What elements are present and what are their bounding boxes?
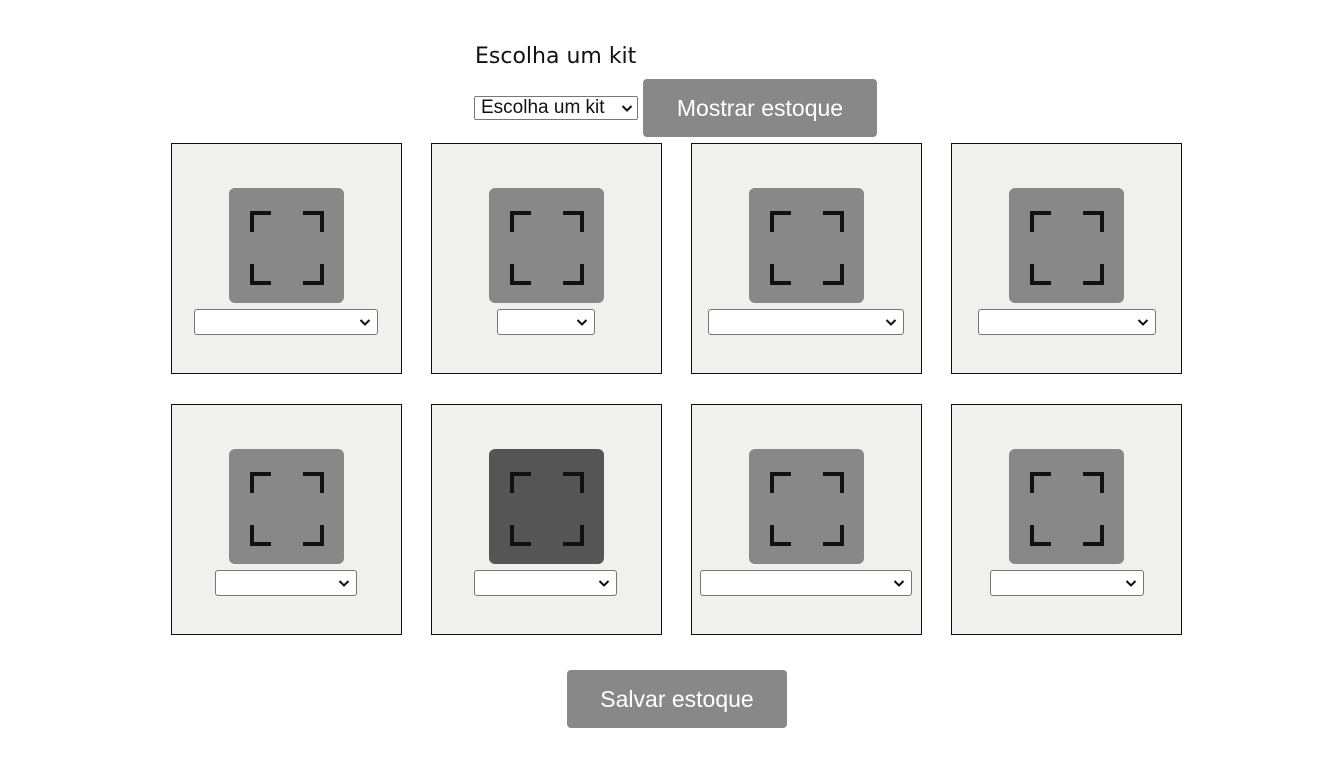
slot-tile-button[interactable] — [1009, 188, 1124, 303]
slot-card — [691, 404, 922, 635]
fullscreen-corners-icon — [510, 472, 584, 546]
save-stock-button[interactable]: Salvar estoque — [567, 670, 787, 728]
slot-card — [431, 143, 662, 374]
chevron-down-icon — [576, 319, 588, 326]
slot-tile-button[interactable] — [229, 188, 344, 303]
slot-card — [691, 143, 922, 374]
slot-select[interactable] — [708, 309, 904, 335]
slot-tile-button[interactable] — [229, 449, 344, 564]
slot-tile-button[interactable] — [749, 188, 864, 303]
slot-select[interactable] — [474, 570, 617, 596]
slot-select[interactable] — [978, 309, 1156, 335]
slot-tile-button[interactable] — [1009, 449, 1124, 564]
slot-tile-button[interactable] — [749, 449, 864, 564]
kit-select-value: Escolha um kit — [481, 97, 605, 118]
chevron-down-icon — [893, 580, 905, 587]
chevron-down-icon — [338, 580, 350, 587]
fullscreen-corners-icon — [1030, 211, 1104, 285]
slot-select[interactable] — [194, 309, 378, 335]
slot-card — [951, 143, 1182, 374]
chevron-down-icon — [359, 319, 371, 326]
slot-select[interactable] — [497, 309, 595, 335]
fullscreen-corners-icon — [770, 211, 844, 285]
slot-tile-button-active[interactable] — [489, 449, 604, 564]
fullscreen-corners-icon — [510, 211, 584, 285]
chevron-down-icon — [1137, 319, 1149, 326]
fullscreen-corners-icon — [250, 472, 324, 546]
kit-select[interactable]: Escolha um kit — [474, 96, 638, 120]
slot-select[interactable] — [990, 570, 1144, 596]
slot-select[interactable] — [700, 570, 912, 596]
chevron-down-icon — [885, 319, 897, 326]
stock-page: Escolha um kit Escolha um kit Mostrar es… — [0, 0, 1325, 774]
show-stock-button[interactable]: Mostrar estoque — [643, 79, 877, 137]
slot-card — [171, 143, 402, 374]
kit-heading: Escolha um kit — [475, 44, 637, 69]
slot-card — [951, 404, 1182, 635]
chevron-down-icon — [1125, 580, 1137, 587]
chevron-down-icon — [598, 580, 610, 587]
slot-card — [431, 404, 662, 635]
fullscreen-corners-icon — [1030, 472, 1104, 546]
slots-grid — [171, 143, 1183, 635]
fullscreen-corners-icon — [770, 472, 844, 546]
fullscreen-corners-icon — [250, 211, 324, 285]
slot-tile-button[interactable] — [489, 188, 604, 303]
slot-select[interactable] — [215, 570, 357, 596]
chevron-down-icon — [621, 105, 633, 112]
slot-card — [171, 404, 402, 635]
